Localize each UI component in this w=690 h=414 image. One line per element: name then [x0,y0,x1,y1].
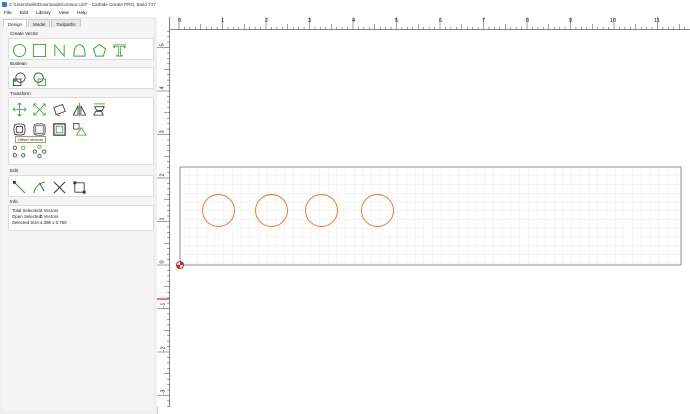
ruler-x-label: 6 [439,18,443,24]
tooltip: Offset Vectors [15,136,47,143]
info-total-selected: Total Selected: 4 Vectors [12,208,58,213]
info-total-selected-label: Total Selected: [12,208,41,213]
ruler-x-label: 7 [482,18,486,24]
info-selected-size-label: Selected Size: [12,220,41,225]
join-vectors-icon[interactable] [71,179,87,195]
array-linear-icon[interactable] [11,143,27,159]
ruler-y-label: 0 [159,260,166,264]
horizontal-ruler: 0 1 2 3 4 5 6 7 8 9 10 11 [157,17,690,30]
transform-group [8,97,154,165]
ruler-x-label: 4 [352,18,356,24]
info-total-selected-value: 4 Vectors [40,208,59,213]
sidebar: Design Model Toolpaths Create Vector Boo… [3,19,154,411]
ruler-y-label: 5 [159,43,166,47]
tab-toolpaths[interactable]: Toolpaths [51,19,81,27]
trim-icon[interactable] [31,179,47,195]
menu-help[interactable]: Help [77,11,87,16]
align-icon[interactable] [91,101,107,117]
text-tool-icon[interactable] [111,42,127,58]
ruler-x-label: 8 [526,18,530,24]
ruler-y-label: 2 [159,173,166,177]
rotate-icon[interactable] [51,101,67,117]
edit-group [8,175,154,197]
ruler-y-label: 1 [159,217,166,221]
polygon-tool-icon[interactable] [91,42,107,58]
ruler-x-label: 11 [654,18,660,24]
info-open-selected-value: 0 Vectors [40,214,59,219]
menu-bar: File Edit Library View Help [0,9,690,17]
section-create-vector: Create Vector [10,31,39,36]
tab-model[interactable]: Model [28,19,51,27]
vertical-ruler: 5 4 3 2 1 0 -1 -2 -3 [157,17,170,407]
menu-library[interactable]: Library [36,11,51,16]
canvas-svg [176,166,682,269]
ruler-y-label: 4 [159,86,166,90]
origin-marker [176,261,184,269]
fillet-icon[interactable] [31,121,47,137]
menu-edit[interactable]: Edit [20,11,28,16]
ruler-x-label: 0 [178,18,182,24]
ruler-y-label: 3 [159,130,166,134]
ruler-x-label: 10 [610,18,617,24]
info-open-selected-label: Open Selected: [12,214,43,219]
menu-file[interactable]: File [4,11,12,16]
ruler-x-label: 3 [308,18,312,24]
ruler-y-label: -1 [160,302,167,308]
mirror-icon[interactable] [71,101,87,117]
inset-icon[interactable] [51,121,67,137]
section-info: Info [10,199,18,204]
node-edit-icon[interactable] [71,121,87,137]
polyline-tool-icon[interactable] [51,42,67,58]
rectangle-tool-icon[interactable] [31,42,47,58]
knife-cut-icon[interactable] [51,179,67,195]
ruler-x-label: 5 [395,18,399,24]
info-open-selected: Open Selected: 0 Vectors [12,214,58,219]
tab-design[interactable]: Design [3,19,28,27]
boolean-group [8,67,154,89]
offset-vectors-icon[interactable] [11,121,27,137]
array-circular-icon[interactable] [31,143,47,159]
move-icon[interactable] [11,101,27,117]
ruler-x-label: 1 [221,18,225,24]
title-bar: C:\Users\wills\Downloads\contour.c2d* - … [0,0,690,9]
menu-view[interactable]: View [59,11,69,16]
scale-icon[interactable] [31,101,47,117]
app-icon [2,2,7,7]
sidebar-tabs: Design Model Toolpaths [3,19,153,27]
info-selected-size: Selected Size: 4.396 x 0.750 [12,220,67,225]
node-edit-tool-icon[interactable] [11,179,27,195]
ruler-x-label: 2 [265,18,269,24]
curve-tool-icon[interactable] [71,42,87,58]
create-vector-group [8,38,154,60]
ruler-x-label: 9 [569,18,573,24]
design-canvas[interactable] [157,17,690,414]
boolean-union-icon[interactable] [11,71,27,87]
circle-tool-icon[interactable] [11,42,27,58]
boolean-subtract-icon[interactable] [31,71,47,87]
window-title: C:\Users\wills\Downloads\contour.c2d* - … [9,2,156,7]
info-selected-size-value: 4.396 x 0.750 [40,220,67,225]
ruler-y-label: -2 [160,346,167,352]
section-transform: Transform [10,91,31,96]
section-boolean: Boolean [10,61,27,66]
section-edit: Edit [10,168,18,173]
stock-area [179,166,682,266]
ruler-y-label: -3 [160,389,167,395]
